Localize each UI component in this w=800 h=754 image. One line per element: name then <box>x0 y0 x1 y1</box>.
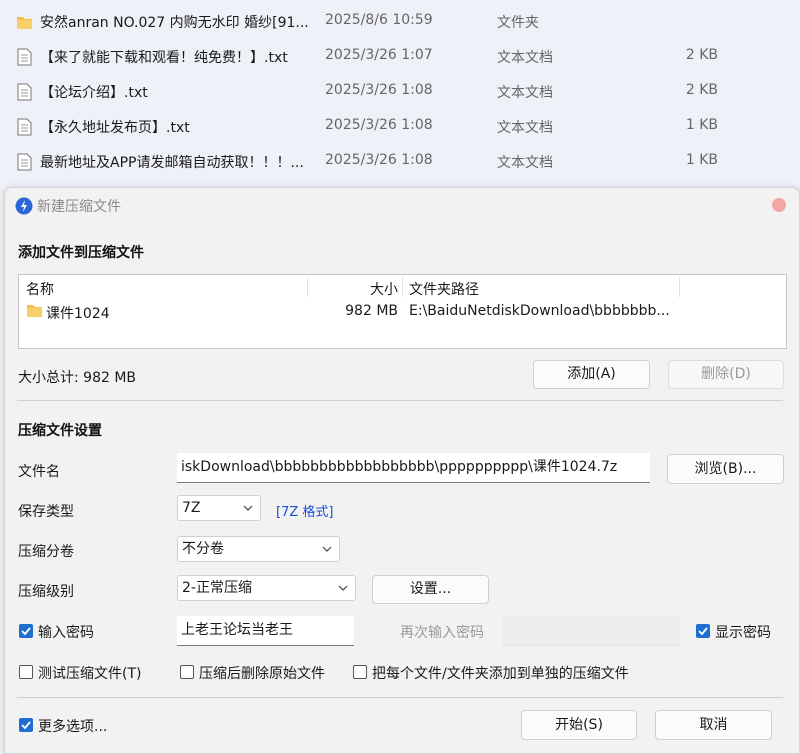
file-listbox[interactable]: 名称 大小 文件夹路径 课件1024 982 MB E:\BaiduNetdis… <box>18 274 787 349</box>
add-button[interactable]: 添加(A) <box>533 360 650 389</box>
dialog-title: 新建压缩文件 <box>37 199 121 215</box>
text-file-icon <box>17 118 32 136</box>
show-password-label[interactable]: 显示密码 <box>715 622 771 642</box>
file-size: 2 KB <box>685 82 718 98</box>
level-label: 压缩级别 <box>18 584 74 600</box>
file-size: 1 KB <box>685 152 718 168</box>
test-archive-checkbox[interactable] <box>19 665 33 679</box>
list-item[interactable]: 课件1024 982 MB E:\BaiduNetdiskDownload\bb… <box>19 299 786 323</box>
show-password-checkbox[interactable] <box>696 624 710 638</box>
divider <box>17 400 783 401</box>
save-type-label: 保存类型 <box>18 504 74 520</box>
more-options-label[interactable]: 更多选项... <box>38 716 107 736</box>
file-date: 2025/8/6 10:59 <box>325 12 433 28</box>
split-select[interactable]: 不分卷 <box>177 536 340 562</box>
reenter-password-input[interactable] <box>502 616 680 646</box>
listbox-header: 名称 大小 文件夹路径 <box>19 275 786 299</box>
file-type: 文本文档 <box>497 85 553 101</box>
checkmark-icon <box>21 721 31 730</box>
delete-after-checkbox[interactable] <box>180 665 194 679</box>
checkmark-icon <box>21 627 31 636</box>
start-button[interactable]: 开始(S) <box>521 710 637 740</box>
save-type-value: 7Z <box>182 500 201 516</box>
app-logo-icon <box>15 197 33 215</box>
file-date: 2025/3/26 1:08 <box>325 117 433 133</box>
entry-path: E:\BaiduNetdiskDownload\bbbbbbb... <box>409 303 670 319</box>
file-name: 【来了就能下载和观看！纯免费！】.txt <box>40 50 288 66</box>
file-date: 2025/3/26 1:07 <box>325 47 433 63</box>
more-options-checkbox[interactable] <box>19 718 33 732</box>
test-archive-label[interactable]: 测试压缩文件(T) <box>38 663 141 683</box>
settings-button[interactable]: 设置... <box>372 575 489 604</box>
new-archive-dialog: 新建压缩文件 添加文件到压缩文件 名称 大小 文件夹路径 课件1024 982 … <box>4 187 800 754</box>
text-file-icon <box>17 48 32 66</box>
cancel-button[interactable]: 取消 <box>655 710 772 740</box>
total-size-label: 大小总计: 982 MB <box>18 370 137 386</box>
level-value: 2-正常压缩 <box>182 580 252 596</box>
format-link[interactable]: [7Z 格式] <box>276 501 333 520</box>
file-date: 2025/3/26 1:08 <box>325 152 433 168</box>
text-file-icon <box>17 153 32 171</box>
column-divider[interactable] <box>307 277 308 297</box>
file-row[interactable]: 最新地址及APP请发邮箱自动获取！！！... 2025/3/26 1:08 文本… <box>0 144 800 179</box>
file-list: 安然anran NO.027 内购无水印 婚纱[91... 2025/8/6 1… <box>0 0 800 190</box>
file-row[interactable]: 【永久地址发布页】.txt 2025/3/26 1:08 文本文档 1 KB <box>0 109 800 144</box>
delete-after-label[interactable]: 压缩后删除原始文件 <box>199 663 325 683</box>
file-name: 【永久地址发布页】.txt <box>40 120 190 136</box>
file-name: 安然anran NO.027 内购无水印 婚纱[91... <box>40 15 309 31</box>
file-row[interactable]: 【来了就能下载和观看！纯免费！】.txt 2025/3/26 1:07 文本文档… <box>0 39 800 74</box>
file-name: 最新地址及APP请发邮箱自动获取！！！... <box>40 155 304 171</box>
column-divider[interactable] <box>679 277 680 297</box>
column-path-header[interactable]: 文件夹路径 <box>409 279 479 299</box>
file-type: 文件夹 <box>497 15 539 31</box>
delete-button[interactable]: 删除(D) <box>668 360 784 389</box>
file-row[interactable]: 【论坛介绍】.txt 2025/3/26 1:08 文本文档 2 KB <box>0 74 800 109</box>
filename-label: 文件名 <box>18 464 60 480</box>
separate-archives-label[interactable]: 把每个文件/文件夹添加到单独的压缩文件 <box>372 663 629 683</box>
split-label: 压缩分卷 <box>18 544 74 560</box>
entry-size: 982 MB <box>345 303 398 319</box>
folder-icon <box>27 305 42 317</box>
save-type-select[interactable]: 7Z <box>177 495 261 521</box>
text-file-icon <box>17 83 32 101</box>
checkmark-icon <box>698 627 708 636</box>
file-size: 2 KB <box>685 47 718 63</box>
entry-name: 课件1024 <box>46 306 110 322</box>
file-type: 文本文档 <box>497 50 553 66</box>
level-select[interactable]: 2-正常压缩 <box>177 575 356 601</box>
chevron-down-icon <box>243 505 253 511</box>
password-checkbox[interactable] <box>19 624 33 638</box>
filename-input[interactable]: iskDownload\bbbbbbbbbbbbbbbbbb\ppppppppp… <box>177 453 650 483</box>
folder-icon <box>17 17 32 29</box>
chevron-down-icon <box>338 585 348 591</box>
column-divider[interactable] <box>402 277 403 297</box>
password-input[interactable]: 上老王论坛当老王 <box>177 616 354 646</box>
column-name-header[interactable]: 名称 <box>26 279 54 299</box>
archive-settings-section-title: 压缩文件设置 <box>18 423 102 439</box>
add-files-section-title: 添加文件到压缩文件 <box>18 245 144 261</box>
separate-archives-checkbox[interactable] <box>353 665 367 679</box>
reenter-password-label: 再次输入密码 <box>400 625 484 641</box>
password-checkbox-label[interactable]: 输入密码 <box>38 622 94 642</box>
file-date: 2025/3/26 1:08 <box>325 82 433 98</box>
divider <box>17 697 783 698</box>
close-icon[interactable] <box>772 198 786 212</box>
file-size: 1 KB <box>685 117 718 133</box>
file-type: 文本文档 <box>497 120 553 136</box>
split-value: 不分卷 <box>182 541 224 557</box>
file-name: 【论坛介绍】.txt <box>40 85 148 101</box>
browse-button[interactable]: 浏览(B)... <box>667 454 784 484</box>
column-size-header[interactable]: 大小 <box>370 279 398 299</box>
file-type: 文本文档 <box>497 155 553 171</box>
chevron-down-icon <box>322 546 332 552</box>
file-row[interactable]: 安然anran NO.027 内购无水印 婚纱[91... 2025/8/6 1… <box>0 4 800 39</box>
